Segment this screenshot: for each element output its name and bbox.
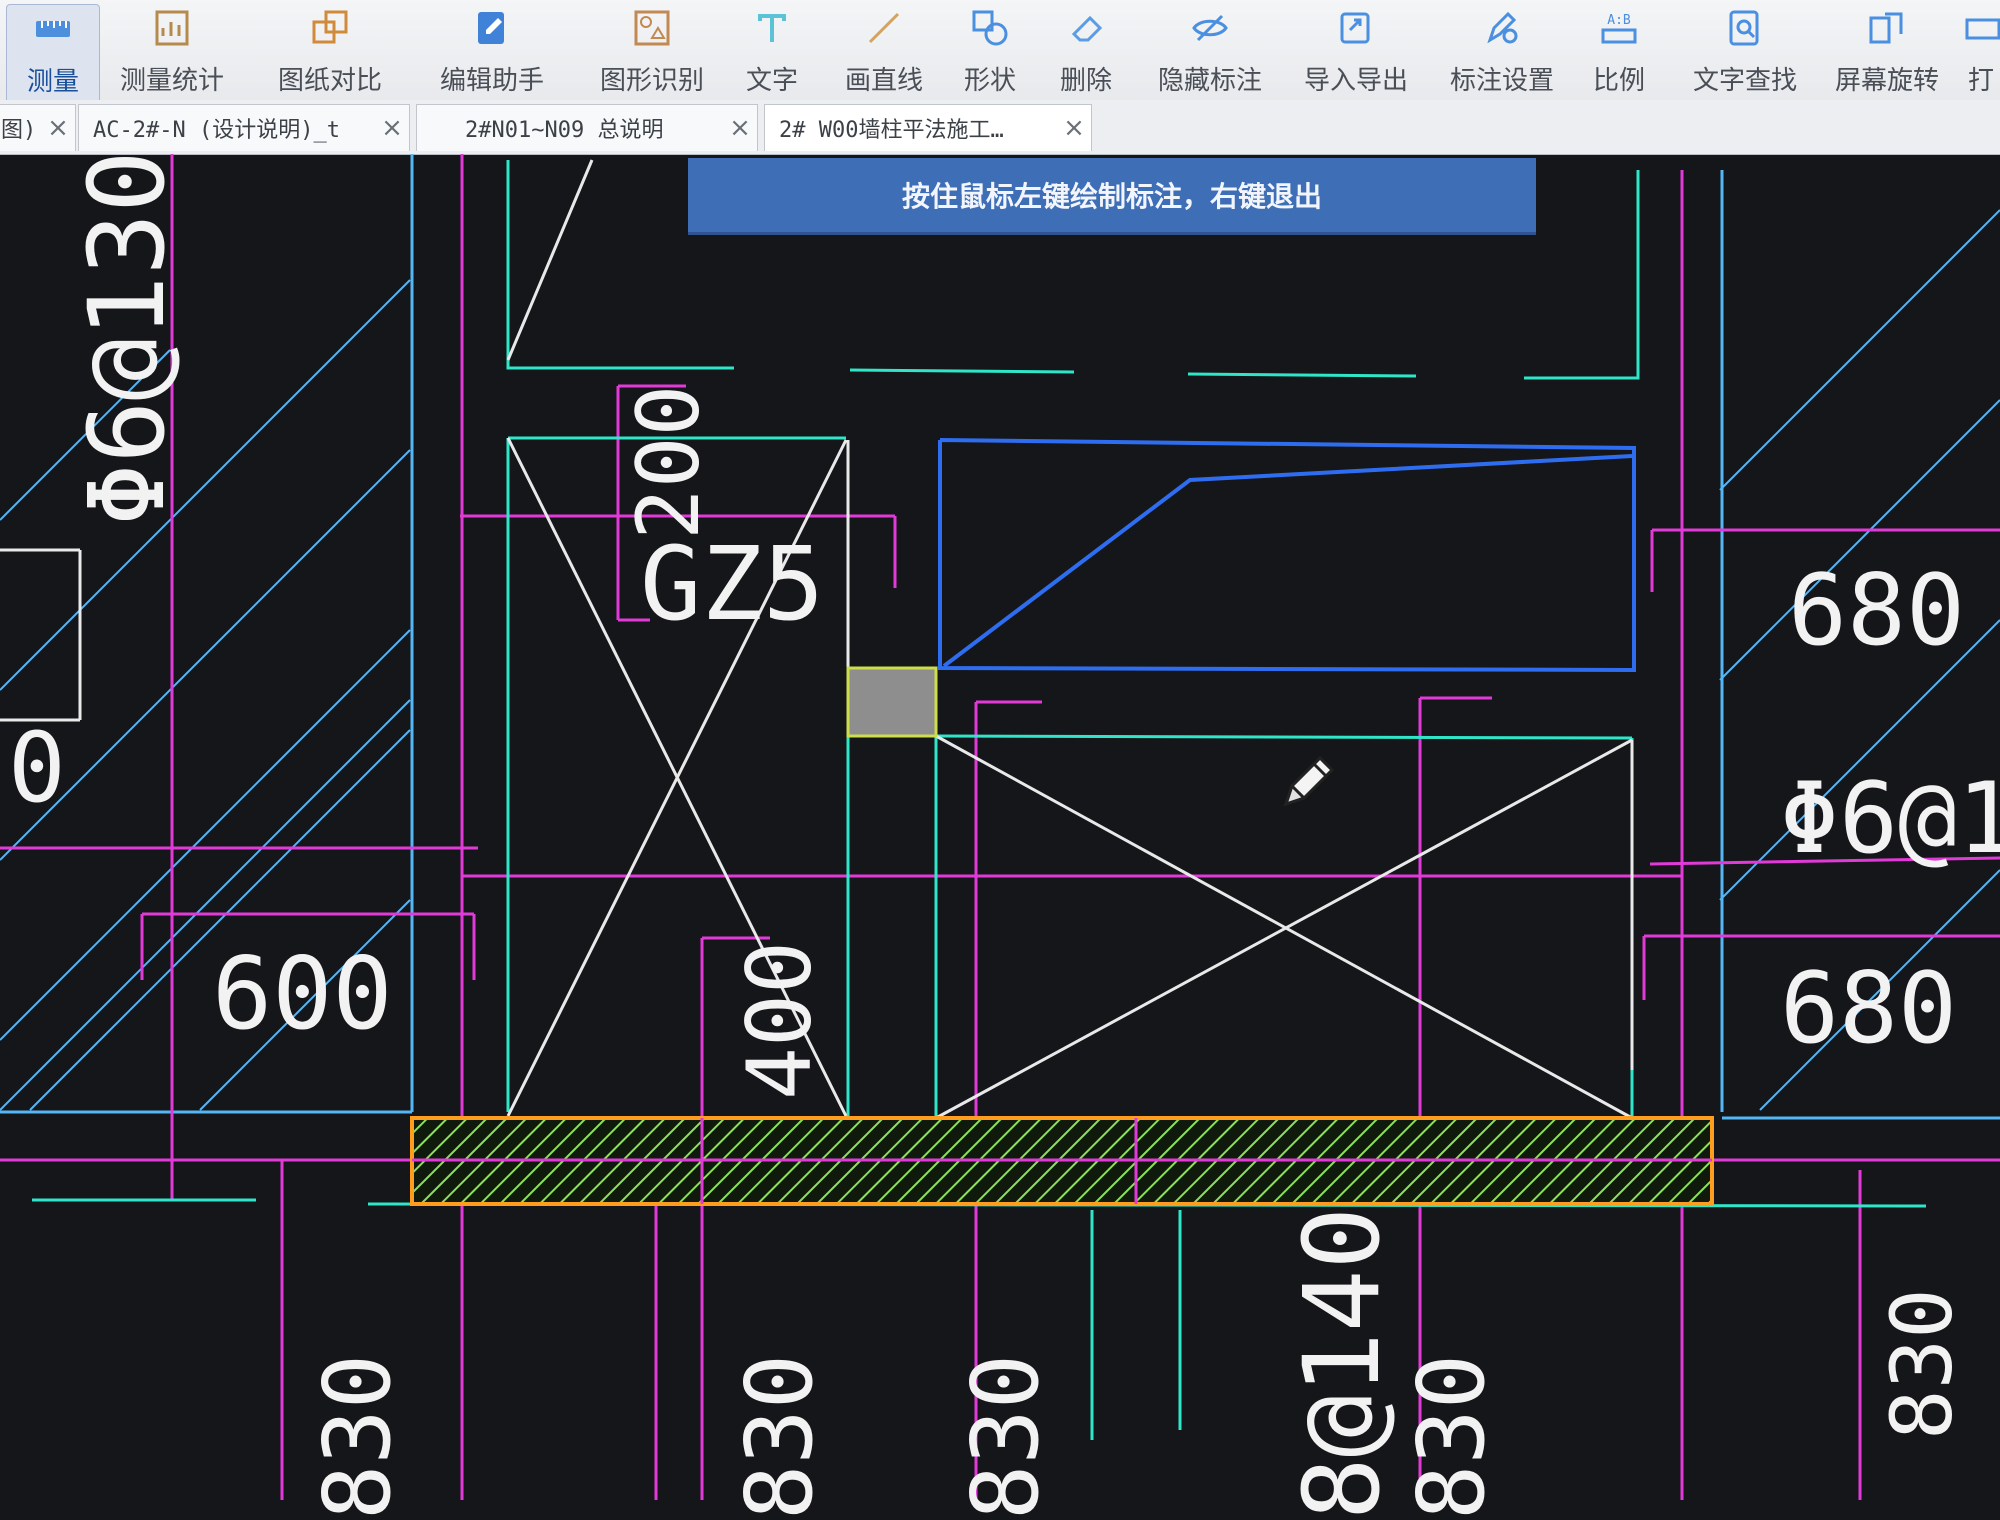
- dimension-830-e: 830: [1873, 1288, 1971, 1440]
- dimension-600: 600: [212, 935, 393, 1052]
- tool-delete-label: 删除: [1059, 66, 1112, 96]
- annotation-settings-icon: [1487, 11, 1518, 44]
- tool-delete[interactable]: 删除: [1046, 4, 1126, 108]
- tool-annotation-settings-label: 标注设置: [1449, 66, 1554, 96]
- cad-drawing-canvas[interactable]: [0, 154, 2000, 1500]
- print-icon: [1965, 18, 2000, 40]
- tool-measure[interactable]: 测量: [6, 4, 100, 110]
- rotate-icon: [1869, 12, 1903, 44]
- tool-draw-line[interactable]: 画直线: [834, 4, 934, 108]
- tool-text-search[interactable]: 文字查找: [1690, 4, 1800, 108]
- rebar-label-bottom: 8@140: [1281, 1206, 1403, 1520]
- tab-close-icon[interactable]: ×: [41, 113, 75, 143]
- tab-title: 图): [1, 118, 37, 143]
- dimension-lines: [0, 154, 2000, 1500]
- selected-node[interactable]: [846, 666, 938, 738]
- dimension-400: 400: [728, 941, 831, 1100]
- tool-draw-line-label: 画直线: [844, 66, 923, 96]
- scale-icon: A:B: [1601, 13, 1637, 44]
- rebar-label-right: Φ6@1: [1780, 762, 2000, 876]
- tab-close-icon[interactable]: ×: [723, 113, 757, 143]
- tool-edit-assistant[interactable]: 编辑助手: [432, 4, 552, 108]
- tab-ac2-design-notes[interactable]: AC-2#-N (设计说明)_t ×: [78, 104, 410, 151]
- tool-print[interactable]: 打: [1962, 4, 2000, 108]
- eraser-icon: [1071, 15, 1103, 42]
- tool-measure-stats-label: 测量统计: [119, 66, 224, 96]
- tool-drawing-compare-label: 图纸对比: [277, 66, 382, 96]
- tab-partial[interactable]: 图) ×: [0, 104, 76, 151]
- dimension-680-bottom: 680: [1780, 952, 1958, 1066]
- tool-edit-assistant-label: 编辑助手: [439, 66, 544, 96]
- annotation-hint-banner: 按住鼠标左键绘制标注，右键退出: [688, 158, 1536, 235]
- tool-screen-rotate-label: 屏幕旋转: [1834, 66, 1939, 96]
- tab-close-icon[interactable]: ×: [375, 113, 409, 143]
- tab-title: AC-2#-N (设计说明)_t: [93, 118, 340, 143]
- tool-scale-label: 比例: [1592, 66, 1645, 96]
- tool-annotation-settings[interactable]: 标注设置: [1440, 4, 1564, 108]
- tool-shape-recognition-label: 图形识别: [599, 66, 704, 96]
- dimension-830-b: 830: [726, 1353, 833, 1520]
- tab-wall-column-plan[interactable]: 2# W00墙柱平法施工… ×: [764, 104, 1092, 151]
- tool-text-search-label: 文字查找: [1692, 66, 1797, 96]
- beam-outline: [938, 438, 1636, 673]
- tab-general-notes[interactable]: 2#N01~N09 总说明 ×: [416, 104, 758, 151]
- tool-drawing-compare[interactable]: 图纸对比: [270, 4, 390, 108]
- tool-measure-stats[interactable]: 测量统计: [112, 4, 232, 108]
- tab-title: 2# W00墙柱平法施工…: [779, 118, 1004, 143]
- dimension-830-a: 830: [304, 1353, 411, 1520]
- tool-screen-rotate[interactable]: 屏幕旋转: [1832, 4, 1942, 108]
- tool-shape[interactable]: 形状: [950, 4, 1030, 108]
- tool-hide-annotation[interactable]: 隐藏标注: [1148, 4, 1272, 108]
- dimension-830-d: 830: [1398, 1353, 1505, 1520]
- tool-measure-label: 测量: [26, 67, 79, 97]
- dimension-partial-left: 0: [8, 712, 66, 824]
- tool-import-export-label: 导入导出: [1303, 66, 1408, 96]
- pencil-cursor-icon: [1283, 755, 1335, 807]
- tool-text[interactable]: 文字: [732, 4, 812, 108]
- text-icon: [758, 14, 786, 42]
- tool-hide-annotation-label: 隐藏标注: [1157, 66, 1262, 96]
- line-icon: [868, 12, 900, 44]
- shape-recognition-icon: [634, 10, 670, 46]
- tool-text-label: 文字: [745, 66, 798, 96]
- ruler-icon: [36, 21, 70, 37]
- tab-close-icon[interactable]: ×: [1057, 113, 1091, 143]
- import-export-icon: [1340, 12, 1370, 44]
- tool-print-label: 打: [1967, 66, 1994, 96]
- edit-assistant-icon: [478, 12, 504, 44]
- tool-import-export[interactable]: 导入导出: [1294, 4, 1418, 108]
- tool-scale[interactable]: A:B 比例: [1584, 4, 1654, 108]
- eye-off-icon: [1192, 14, 1228, 42]
- tab-title: 2#N01~N09 总说明: [465, 118, 664, 143]
- shape-icon: [972, 10, 1008, 46]
- tool-shape-recognition[interactable]: 图形识别: [592, 4, 712, 108]
- tool-shape-label: 形状: [963, 66, 1016, 96]
- column-label-gz5: GZ5: [640, 525, 825, 644]
- toolbar: 测量 测量统计 图纸对比 编辑助手 图形识别 文字 画直线 形状 删除 隐藏标注…: [0, 0, 2000, 113]
- svg-text:A:B: A:B: [1607, 13, 1631, 28]
- rebar-label-left: Φ6@130: [66, 150, 188, 526]
- dimension-830-c: 830: [952, 1353, 1059, 1520]
- dimension-200: 200: [619, 384, 719, 540]
- text-search-icon: [1729, 10, 1759, 46]
- measure-stats-icon: [155, 10, 189, 46]
- document-tab-bar: 图) × AC-2#-N (设计说明)_t × 2#N01~N09 总说明 × …: [0, 100, 2000, 155]
- compare-icon: [312, 10, 348, 44]
- column-outlines: [32, 160, 1927, 1440]
- dimension-680-top: 680: [1788, 554, 1966, 668]
